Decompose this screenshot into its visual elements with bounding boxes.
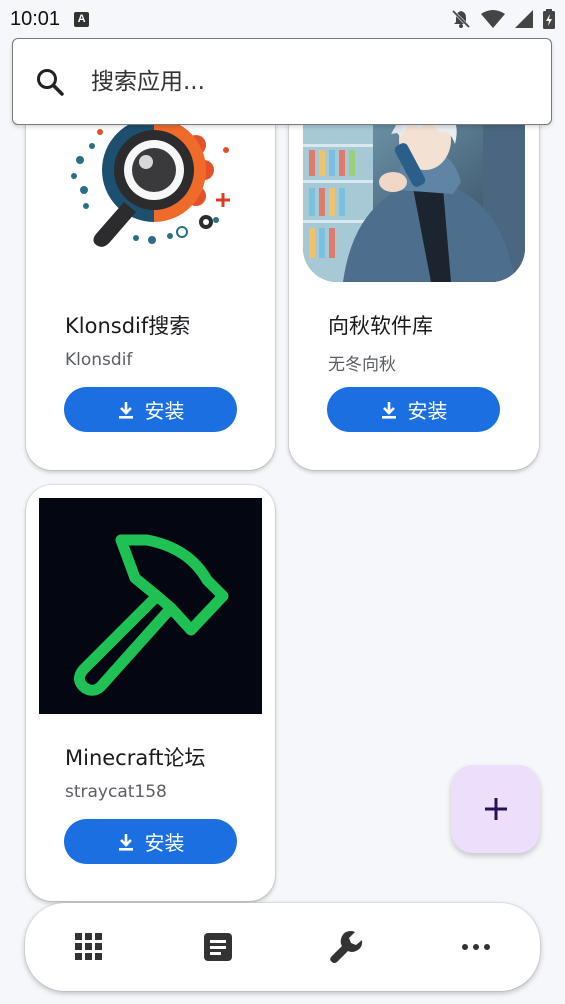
nav-item-tools[interactable] (315, 915, 379, 979)
signal-icon (515, 10, 533, 28)
install-button-label: 安装 (407, 399, 448, 423)
install-button-label: 安装 (144, 399, 185, 423)
status-time: 10:01 (10, 7, 61, 30)
app-card[interactable]: 向秋软件库 无冬向秋 安装 (289, 100, 539, 470)
app-card[interactable]: Minecraft论坛 straycat158 安装 (26, 485, 275, 901)
wifi-icon (481, 10, 505, 28)
app-title: Minecraft论坛 (65, 746, 206, 770)
nav-item-more[interactable] (444, 915, 508, 979)
nav-item-articles[interactable] (186, 915, 250, 979)
status-bar: 10:01 A (0, 0, 565, 38)
app-grid: Klonsdif搜索 Klonsdif 安装 向秋软件库 无冬向秋 安装 Min… (0, 0, 565, 1004)
install-button[interactable]: 安装 (327, 387, 500, 432)
article-icon (204, 933, 233, 961)
install-button[interactable]: 安装 (64, 819, 237, 864)
download-icon (381, 401, 396, 419)
install-button[interactable]: 安装 (64, 387, 237, 432)
app-author: straycat158 (65, 782, 167, 802)
app-title: 向秋软件库 (328, 314, 433, 338)
install-button-label: 安装 (144, 831, 185, 855)
nav-item-apps[interactable] (57, 915, 121, 979)
app-title: Klonsdif搜索 (65, 314, 191, 338)
magnifier-gear-logo (71, 112, 230, 247)
search-bar[interactable] (12, 38, 552, 125)
app-icon-image (303, 110, 525, 282)
bell-off-icon (451, 9, 471, 29)
app-card[interactable]: Klonsdif搜索 Klonsdif 安装 (26, 100, 275, 470)
anime-character-drinking (303, 110, 525, 282)
search-icon[interactable] (35, 67, 65, 97)
app-icon-image (39, 498, 262, 714)
green-hammer-logo (74, 534, 229, 696)
download-icon (118, 833, 133, 851)
apps-grid-icon (75, 933, 103, 960)
app-author: 无冬向秋 (328, 355, 396, 375)
app-author: Klonsdif (65, 350, 133, 370)
download-icon (118, 401, 133, 419)
bottom-nav (25, 903, 540, 991)
add-fab-button[interactable] (451, 765, 540, 853)
search-input[interactable] (91, 68, 491, 95)
more-horiz-icon (461, 944, 490, 950)
wrench-icon (330, 931, 362, 963)
plus-icon (484, 798, 507, 820)
notification-badge: A (74, 11, 90, 27)
app-icon-image (66, 110, 236, 270)
battery-charging-icon (543, 9, 555, 29)
